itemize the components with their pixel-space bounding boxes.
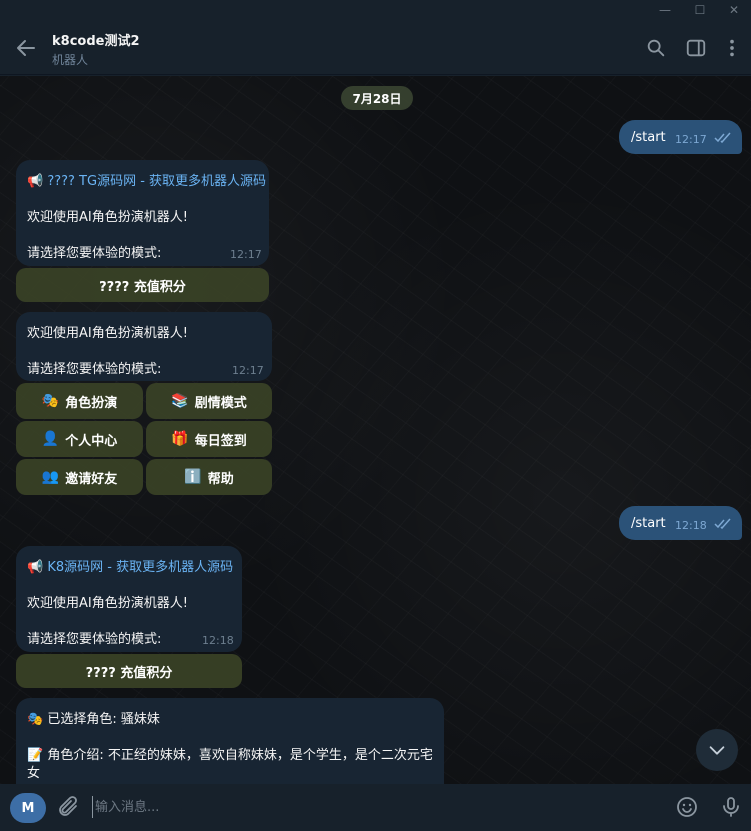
message-text: 请选择您要体验的模式: <box>27 246 162 261</box>
invite-friends-button[interactable]: 👥 邀请好友 <box>16 459 143 495</box>
message-time: 12:17 <box>230 248 262 261</box>
books-icon: 📚 <box>171 393 189 409</box>
message-text: 请选择您要体验的模式: <box>27 632 162 647</box>
button-label: 帮助 <box>207 471 234 487</box>
daily-checkin-button[interactable]: 🎁 每日签到 <box>146 421 272 457</box>
message-text: 🎭 已选择角色: 骚妹妹 <box>27 712 160 727</box>
message-input[interactable] <box>92 796 652 818</box>
incoming-message[interactable]: 🎭 已选择角色: 骚妹妹 📝 角色介绍: 不正经的妹妹，喜欢自称妹妹，是个学生，… <box>16 698 444 784</box>
button-label: ???? 充值积分 <box>99 279 186 295</box>
minimize-button[interactable]: — <box>648 0 682 20</box>
microphone-icon[interactable] <box>719 795 743 819</box>
outgoing-message[interactable]: /start 12:18 <box>619 506 742 540</box>
back-arrow-icon[interactable] <box>14 36 38 60</box>
scroll-to-bottom-button[interactable] <box>696 729 738 771</box>
outgoing-message[interactable]: /start 12:17 <box>619 120 742 154</box>
read-ticks-icon <box>714 132 731 144</box>
incoming-message[interactable]: 📢 ???? TG源码网 - 获取更多机器人源码 欢迎使用AI角色扮演机器人! … <box>16 160 269 266</box>
maximize-button[interactable]: ☐ <box>683 0 717 20</box>
close-window-button[interactable]: ✕ <box>717 0 751 20</box>
recharge-points-button[interactable]: ???? 充值积分 <box>16 268 269 302</box>
message-time: 12:17 <box>232 364 264 377</box>
date-separator: 7月28日 <box>341 86 413 110</box>
button-label: 个人中心 <box>65 433 118 449</box>
message-text: /start <box>631 516 666 531</box>
message-time: 12:17 <box>675 133 707 146</box>
chat-header: k8code测试2 机器人 <box>0 20 751 75</box>
button-label: 剧情模式 <box>194 395 247 411</box>
chevron-down-icon <box>709 746 725 755</box>
button-label: 角色扮演 <box>65 395 118 411</box>
message-text: 欢迎使用AI角色扮演机器人! <box>27 596 188 611</box>
search-icon[interactable] <box>645 37 667 59</box>
message-link[interactable]: 📢 ???? TG源码网 - 获取更多机器人源码 <box>27 170 266 189</box>
chat-subtitle: 机器人 <box>52 53 89 67</box>
profile-center-button[interactable]: 👤 个人中心 <box>16 421 143 457</box>
incoming-message[interactable]: 欢迎使用AI角色扮演机器人! 请选择您要体验的模式: 12:17 <box>16 312 272 381</box>
gift-icon: 🎁 <box>171 431 189 447</box>
message-link[interactable]: 📢 K8源码网 - 获取更多机器人源码 <box>27 556 233 575</box>
message-composer: M <box>0 784 751 831</box>
button-label: ???? 充值积分 <box>85 665 173 681</box>
read-ticks-icon <box>714 518 731 530</box>
message-text: /start <box>631 130 666 145</box>
message-text: 欢迎使用AI角色扮演机器人! <box>27 326 188 341</box>
message-text: 请选择您要体验的模式: <box>27 362 162 377</box>
story-mode-button[interactable]: 📚 剧情模式 <box>146 383 272 419</box>
message-text: 📝 角色介绍: 不正经的妹妹，喜欢自称妹妹，是个学生，是个二次元宅 <box>27 748 433 763</box>
message-text: 女 <box>27 766 41 781</box>
sidebar-toggle-icon[interactable] <box>685 37 707 59</box>
more-options-icon[interactable] <box>721 37 743 59</box>
users-icon: 👥 <box>41 469 60 485</box>
chat-title[interactable]: k8code测试2 <box>52 30 140 49</box>
help-button[interactable]: ℹ️ 帮助 <box>146 459 272 495</box>
avatar[interactable]: M <box>10 793 46 823</box>
incoming-message[interactable]: 📢 K8源码网 - 获取更多机器人源码 欢迎使用AI角色扮演机器人! 请选择您要… <box>16 546 242 652</box>
role-play-button[interactable]: 🎭 角色扮演 <box>16 383 143 419</box>
theater-masks-icon: 🎭 <box>41 393 60 409</box>
message-time: 12:18 <box>675 519 707 532</box>
recharge-points-button[interactable]: ???? 充值积分 <box>16 654 242 688</box>
window-titlebar: — ☐ ✕ <box>0 0 751 20</box>
chat-messages-area[interactable]: 7月28日 /start 12:17 📢 ???? TG源码网 - 获取更多机器… <box>0 76 751 784</box>
attach-icon[interactable] <box>56 795 80 819</box>
user-icon: 👤 <box>41 431 60 447</box>
emoji-icon[interactable] <box>675 795 699 819</box>
button-label: 邀请好友 <box>65 471 118 487</box>
info-icon: ℹ️ <box>184 469 202 485</box>
message-time: 12:18 <box>202 634 234 647</box>
button-label: 每日签到 <box>194 433 247 449</box>
message-text: 欢迎使用AI角色扮演机器人! <box>27 210 188 225</box>
